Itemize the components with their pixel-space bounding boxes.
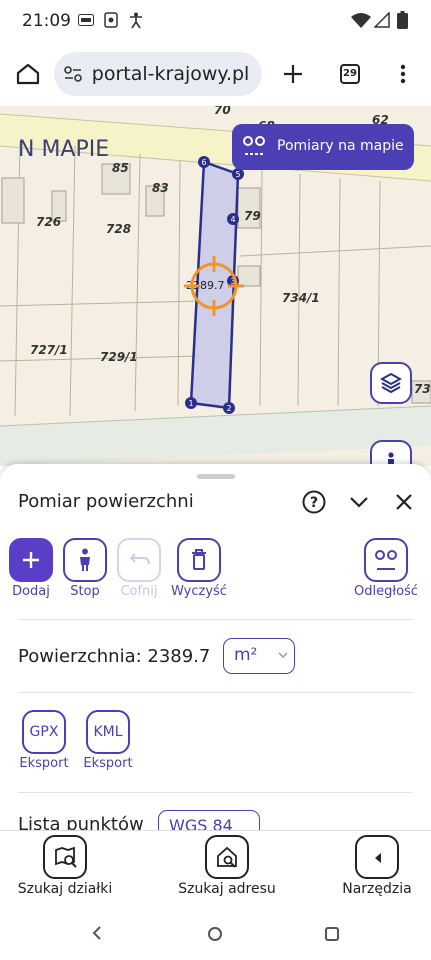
measure-on-map-label: Pomiary na mapie <box>277 138 404 154</box>
signal-icon <box>374 12 390 28</box>
screen-record-icon <box>104 12 118 28</box>
gps-walk-button[interactable] <box>370 440 412 466</box>
tools-label: Narzędzia <box>342 881 412 897</box>
add-point-button[interactable] <box>9 538 53 582</box>
undo-icon <box>129 553 150 565</box>
parcel-label: 73 <box>414 382 431 396</box>
export-kml-label: Eksport <box>83 756 133 771</box>
points-list-label: Lista punktów <box>18 814 144 830</box>
parcel-label: 79 <box>244 209 261 223</box>
wifi-icon <box>351 13 371 28</box>
corner-label: 2 <box>226 404 231 413</box>
search-parcel-button[interactable] <box>43 835 87 879</box>
parcel-label: 726 <box>36 215 61 229</box>
chevron-left-icon <box>375 853 381 863</box>
new-tab-icon[interactable] <box>283 64 303 84</box>
menu-dots-icon[interactable] <box>400 64 406 84</box>
panel-title: Pomiar powierzchni <box>18 491 194 512</box>
unit-select[interactable]: m² <box>223 638 295 674</box>
collapse-chevron-icon[interactable] <box>348 494 370 510</box>
corner-label: 6 <box>201 158 206 167</box>
home-icon[interactable] <box>16 63 40 85</box>
measure-on-map-button[interactable]: Pomiary na mapie <box>232 124 414 170</box>
recents-icon[interactable] <box>324 926 340 942</box>
bottom-navigation: Szukaj działki Szukaj adresu Narzędzia <box>0 830 431 905</box>
corner-label: 5 <box>235 170 240 179</box>
parcel-label: 734/1 <box>282 291 320 305</box>
chevron-down-icon <box>278 652 288 659</box>
close-icon[interactable] <box>394 492 414 512</box>
address-bar[interactable]: portal-krajowy.pl <box>54 52 262 96</box>
unit-value: m² <box>234 645 258 665</box>
search-parcel-label: Szukaj działki <box>17 881 113 897</box>
status-time: 21:09 <box>22 11 71 31</box>
undo-button[interactable] <box>117 538 161 582</box>
map-search-icon <box>55 846 77 868</box>
status-bar: 21:09 <box>0 0 431 42</box>
corner-label: 1 <box>188 399 193 408</box>
export-gpx-button[interactable]: GPX <box>22 710 66 754</box>
drag-handle[interactable] <box>197 474 235 479</box>
help-icon[interactable]: ? <box>302 490 326 514</box>
divider <box>18 692 413 693</box>
parcel-label: 83 <box>152 181 169 195</box>
site-settings-icon[interactable] <box>64 66 82 82</box>
distance-label: Odległość <box>354 584 418 599</box>
svg-text:?: ? <box>310 495 318 511</box>
browser-toolbar: portal-krajowy.pl 29 <box>0 42 431 106</box>
system-navigation-bar <box>0 904 431 960</box>
plus-icon <box>23 552 39 568</box>
layers-button[interactable] <box>370 362 412 404</box>
corner-label: 4 <box>230 215 235 224</box>
crs-value: WGS 84 <box>169 816 233 830</box>
area-value: Powierzchnia: 2389.7 <box>18 646 211 667</box>
walking-person-icon <box>80 548 90 571</box>
vpn-icon <box>78 14 94 26</box>
tools-button[interactable] <box>355 835 399 879</box>
measure-pins-icon <box>243 136 265 155</box>
home-circle-icon[interactable] <box>207 926 223 942</box>
measurement-panel: Pomiar powierzchni ? Dodaj Stop Cofnij W… <box>0 464 431 830</box>
home-search-icon <box>217 846 237 868</box>
trash-icon <box>192 549 206 570</box>
parcel-label: 729/1 <box>100 350 138 364</box>
parcel-label: 70 <box>214 106 231 117</box>
search-address-button[interactable] <box>205 835 249 879</box>
back-icon[interactable] <box>92 926 102 940</box>
export-kml-button[interactable]: KML <box>86 710 130 754</box>
parcel-label: 728 <box>106 222 131 236</box>
tab-switcher-button[interactable]: 29 <box>340 64 360 84</box>
search-address-label: Szukaj adresu <box>178 881 276 897</box>
divider <box>18 792 413 793</box>
url-text: portal-krajowy.pl <box>88 63 250 85</box>
divider <box>18 619 413 620</box>
parcel-label: 85 <box>112 161 129 175</box>
battery-icon <box>397 11 408 29</box>
accessibility-icon <box>130 12 142 29</box>
distance-icon <box>375 550 397 570</box>
stop-gps-button[interactable] <box>63 538 107 582</box>
parcel-label: 727/1 <box>30 343 68 357</box>
export-gpx-label: Eksport <box>19 756 69 771</box>
clear-button[interactable] <box>177 538 221 582</box>
map-logo: N MAPIE <box>18 137 109 162</box>
distance-button[interactable] <box>364 538 408 582</box>
crs-select[interactable]: WGS 84 <box>158 810 260 830</box>
clear-label: Wyczyść <box>171 584 227 599</box>
map-view[interactable]: 70 68 62 85 83 726 728 79 734/1 727/1 72… <box>0 106 431 466</box>
layers-icon <box>380 372 402 394</box>
